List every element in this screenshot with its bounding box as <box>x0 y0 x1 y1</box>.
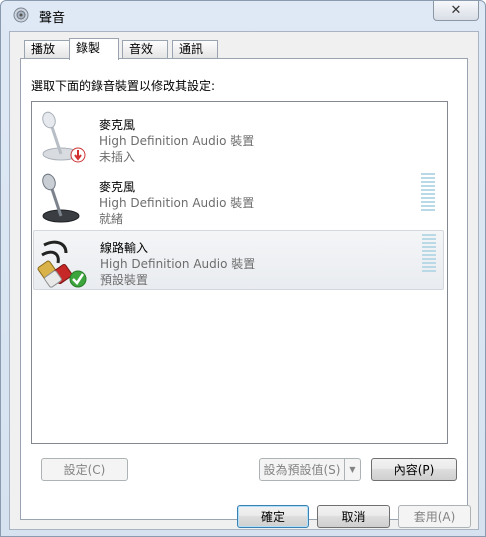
microphone-unplugged-icon <box>42 111 86 163</box>
ok-button[interactable]: 確定 <box>237 505 309 528</box>
device-name: 麥克風 <box>99 180 136 194</box>
level-meter <box>422 234 436 274</box>
speaker-icon <box>13 7 29 23</box>
title-bar[interactable]: 聲音 ✕ <box>1 1 485 29</box>
device-status: 未插入 <box>99 150 136 164</box>
properties-button[interactable]: 內容(P) <box>371 458 457 481</box>
device-status: 就緒 <box>99 212 124 226</box>
list-item-microphone-unplugged[interactable]: 麥克風 High Definition Audio 裝置 未插入 <box>33 108 442 166</box>
microphone-icon <box>42 173 80 223</box>
dialog-body: 播放 錄製 音效 通訊 選取下面的錄音裝置以修改其設定: 麥克風 High De… <box>9 31 479 530</box>
check-icon <box>69 270 87 288</box>
tab-sounds[interactable]: 音效 <box>122 40 168 58</box>
close-icon: ✕ <box>450 3 462 18</box>
device-description: High Definition Audio 裝置 <box>100 257 256 271</box>
device-description: High Definition Audio 裝置 <box>99 134 255 148</box>
tab-playback[interactable]: 播放 <box>24 40 70 58</box>
list-item-microphone[interactable]: 麥克風 High Definition Audio 裝置 就緒 <box>33 170 442 228</box>
device-list[interactable]: 麥克風 High Definition Audio 裝置 未插入 麥克風 Hig… <box>31 101 448 444</box>
chevron-down-icon[interactable]: ▼ <box>344 459 360 480</box>
configure-button[interactable]: 設定(C) <box>41 458 128 481</box>
list-item-line-in[interactable]: 線路輸入 High Definition Audio 裝置 預設裝置 <box>33 230 444 290</box>
sound-dialog: 聲音 ✕ 播放 錄製 音效 通訊 選取下面的錄音裝置以修改其設定: 麥克風 Hi… <box>0 0 486 537</box>
device-description: High Definition Audio 裝置 <box>99 196 255 210</box>
tab-communications[interactable]: 通訊 <box>172 40 218 58</box>
close-button[interactable]: ✕ <box>433 1 479 21</box>
apply-button[interactable]: 套用(A) <box>398 505 471 528</box>
instruction-text: 選取下面的錄音裝置以修改其設定: <box>31 79 216 93</box>
tab-recording[interactable]: 錄製 <box>69 38 119 60</box>
level-meter <box>421 173 435 213</box>
device-name: 麥克風 <box>99 118 136 132</box>
device-name: 線路輸入 <box>100 241 149 255</box>
cancel-button[interactable]: 取消 <box>317 505 390 528</box>
device-status: 預設裝置 <box>100 273 149 287</box>
line-in-cable-icon <box>37 240 87 288</box>
set-default-button[interactable]: 設為預設值(S) ▼ <box>259 458 361 481</box>
window-title: 聲音 <box>39 11 66 26</box>
